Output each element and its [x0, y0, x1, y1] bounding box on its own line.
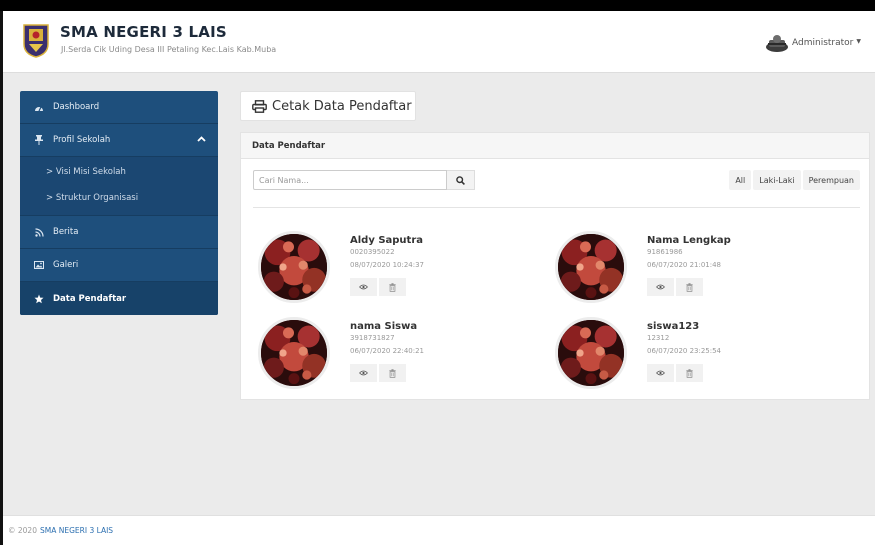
trash-icon	[389, 283, 396, 292]
sidebar-item-profil-sekolah[interactable]: Profil Sekolah	[20, 124, 218, 157]
filter-all-button[interactable]: All	[729, 170, 752, 190]
registrant-name: Aldy Saputra	[350, 235, 424, 246]
print-button[interactable]: Cetak Data Pendaftar	[240, 91, 416, 121]
eye-icon	[656, 284, 665, 290]
registrant-name: Nama Lengkap	[647, 235, 731, 246]
search-input[interactable]	[253, 170, 447, 190]
delete-button[interactable]	[379, 364, 406, 382]
sidebar-item-label: Dashboard	[53, 102, 100, 112]
registrant-photo	[258, 231, 330, 303]
registrant-card: nama Siswa 3918731827 06/07/2020 22:40:2…	[258, 317, 538, 397]
star-icon	[32, 294, 46, 304]
sidebar-item-label: Galeri	[53, 260, 79, 270]
gender-filter: All Laki-Laki Perempuan	[729, 170, 860, 190]
pin-icon	[32, 135, 46, 145]
sidebar-item-label: Data Pendaftar	[53, 293, 127, 304]
filter-female-button[interactable]: Perempuan	[802, 170, 860, 190]
delete-button[interactable]	[676, 278, 703, 296]
registrant-date: 08/07/2020 10:24:37	[350, 261, 425, 269]
search-bar	[253, 170, 475, 190]
view-button[interactable]	[350, 364, 377, 382]
school-name[interactable]: SMA NEGERI 3 LAIS	[60, 23, 227, 41]
divider	[253, 207, 860, 208]
registrant-nisn: 91861986	[647, 248, 683, 256]
sidebar-item-struktur-organisasi[interactable]: > Struktur Organisasi	[20, 185, 218, 211]
registrant-card: siswa123 12312 06/07/2020 23:25:54	[555, 317, 835, 397]
filter-male-button[interactable]: Laki-Laki	[753, 170, 801, 190]
eye-icon	[359, 370, 368, 376]
registrant-date: 06/07/2020 21:01:48	[647, 261, 722, 269]
footer: © 2020 SMA NEGERI 3 LAIS	[3, 515, 875, 545]
registrant-date: 06/07/2020 23:25:54	[647, 347, 722, 355]
search-icon	[456, 175, 465, 185]
chevron-up-icon	[197, 135, 206, 145]
search-button[interactable]	[447, 170, 475, 190]
sidebar-item-galeri[interactable]: Galeri	[20, 249, 218, 282]
caret-down-icon: ▼	[856, 37, 861, 45]
delete-button[interactable]	[676, 364, 703, 382]
registrant-card: Nama Lengkap 91861986 06/07/2020 21:01:4…	[555, 231, 835, 311]
registrant-name: nama Siswa	[350, 321, 418, 332]
view-button[interactable]	[350, 278, 377, 296]
sidebar-item-data-pendaftar[interactable]: Data Pendaftar	[20, 282, 218, 315]
print-button-label: Cetak Data Pendaftar	[272, 98, 412, 114]
view-button[interactable]	[647, 278, 674, 296]
footer-copyright: © 2020	[8, 526, 37, 535]
delete-button[interactable]	[379, 278, 406, 296]
eye-icon	[359, 284, 368, 290]
registrant-date: 06/07/2020 22:40:21	[350, 347, 425, 355]
eye-icon	[656, 370, 665, 376]
registrant-nisn: 3918731827	[350, 334, 395, 342]
app-window: SMA NEGERI 3 LAIS Jl.Serda Cik Uding Des…	[0, 11, 875, 545]
sidebar-item-label: Berita	[53, 227, 79, 237]
registrant-name: siswa123	[647, 321, 700, 332]
sidebar-item-berita[interactable]: Berita	[20, 216, 218, 249]
user-menu[interactable]: Administrator ▼	[765, 34, 861, 52]
registrant-nisn: 12312	[647, 334, 670, 342]
dashboard-icon	[32, 103, 46, 112]
school-address: Jl.Serda Cik Uding Desa III Petaling Kec…	[61, 45, 277, 54]
image-icon	[32, 261, 46, 269]
registrant-photo	[258, 317, 330, 389]
school-crest-icon[interactable]	[23, 24, 49, 58]
sidebar-item-dashboard[interactable]: Dashboard	[20, 91, 218, 124]
sidebar-item-visi-misi[interactable]: > Visi Misi Sekolah	[20, 159, 218, 185]
sidebar-item-label: Profil Sekolah	[53, 135, 111, 145]
registrants-panel: Data Pendaftar All Laki-Laki Perempuan A…	[240, 132, 870, 400]
trash-icon	[686, 283, 693, 292]
user-name: Administrator	[792, 38, 854, 48]
footer-school-link[interactable]: SMA NEGERI 3 LAIS	[40, 526, 113, 535]
print-icon	[252, 99, 267, 113]
view-button[interactable]	[647, 364, 674, 382]
registrant-actions	[647, 278, 703, 296]
registrant-photo	[555, 317, 627, 389]
panel-title: Data Pendaftar	[241, 133, 869, 159]
registrant-photo	[555, 231, 627, 303]
registrant-actions	[647, 364, 703, 382]
trash-icon	[389, 369, 396, 378]
registrant-card: Aldy Saputra 0020395022 08/07/2020 10:24…	[258, 231, 538, 311]
registrant-actions	[350, 278, 406, 296]
top-header: SMA NEGERI 3 LAIS Jl.Serda Cik Uding Des…	[3, 11, 875, 73]
trash-icon	[686, 369, 693, 378]
user-avatar-icon	[766, 35, 789, 52]
registrant-nisn: 0020395022	[350, 248, 395, 256]
sidebar-submenu: > Visi Misi Sekolah > Struktur Organisas…	[20, 157, 218, 216]
registrant-actions	[350, 364, 406, 382]
rss-icon	[32, 227, 46, 237]
sidebar: Dashboard Profil Sekolah > Visi Misi Sek…	[20, 91, 218, 315]
